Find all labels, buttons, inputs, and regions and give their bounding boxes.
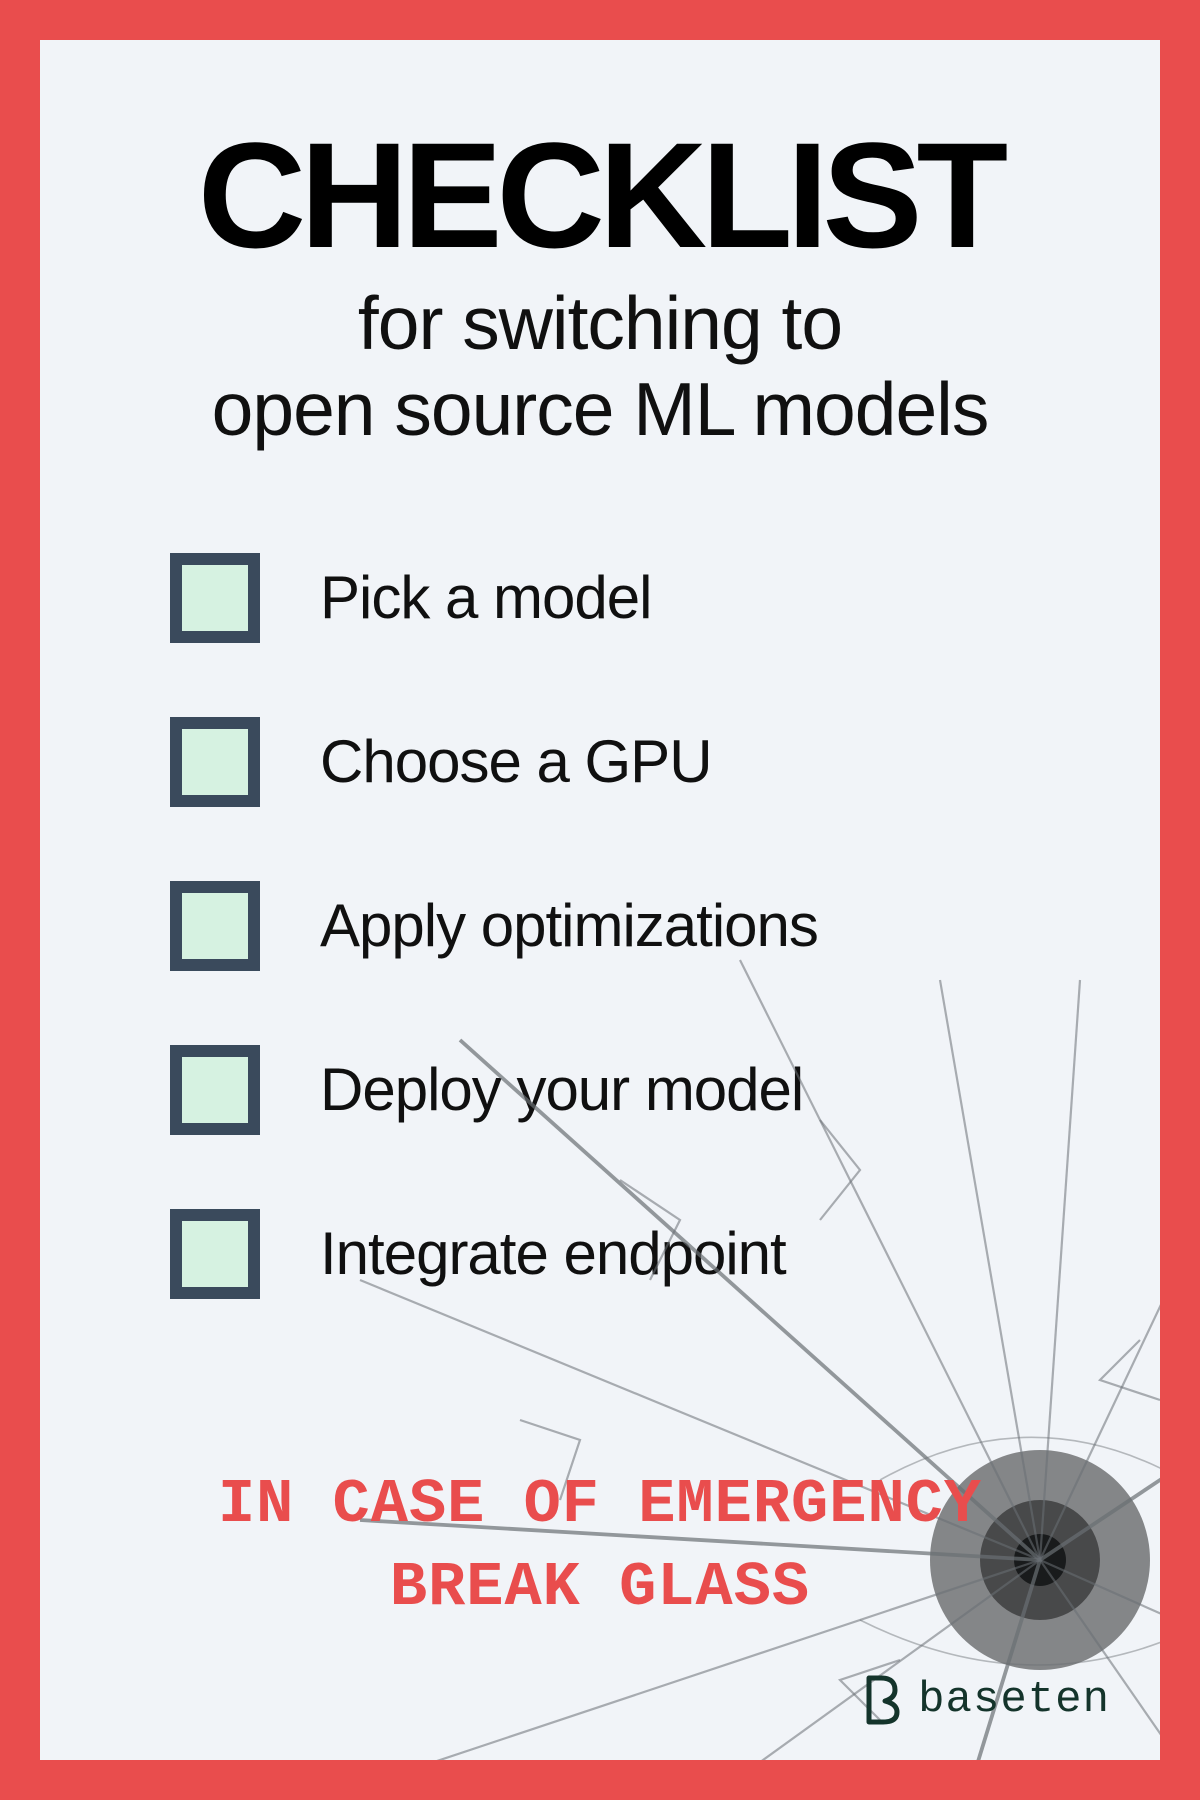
checklist-item: Choose a GPU (170, 717, 1090, 807)
title-subtitle: for switching to open source ML models (110, 280, 1090, 453)
checklist-item: Deploy your model (170, 1045, 1090, 1135)
checklist-label: Apply optimizations (320, 891, 818, 960)
emergency-line-1: IN CASE OF EMERGENCY (218, 1469, 982, 1540)
subtitle-line-1: for switching to (358, 281, 842, 365)
checklist-label: Pick a model (320, 563, 651, 632)
subtitle-line-2: open source ML models (212, 367, 989, 451)
emergency-caption: IN CASE OF EMERGENCY BREAK GLASS (40, 1463, 1160, 1630)
baseten-mark-icon (862, 1674, 904, 1726)
emergency-line-2: BREAK GLASS (390, 1552, 810, 1623)
checklist-panel: CHECKLIST for switching to open source M… (40, 40, 1160, 1760)
checklist-label: Integrate endpoint (320, 1219, 786, 1288)
title-main: CHECKLIST (110, 120, 1090, 270)
checklist-label: Choose a GPU (320, 727, 712, 796)
title-block: CHECKLIST for switching to open source M… (110, 120, 1090, 453)
checkbox-icon[interactable] (170, 553, 260, 643)
checklist-label: Deploy your model (320, 1055, 803, 1124)
checkbox-icon[interactable] (170, 1209, 260, 1299)
checklist-item: Integrate endpoint (170, 1209, 1090, 1299)
brand-name: baseten (918, 1675, 1110, 1725)
brand-logo: baseten (862, 1674, 1110, 1726)
checkbox-icon[interactable] (170, 1045, 260, 1135)
checkbox-icon[interactable] (170, 881, 260, 971)
checkbox-icon[interactable] (170, 717, 260, 807)
checklist-item: Pick a model (170, 553, 1090, 643)
checklist-item: Apply optimizations (170, 881, 1090, 971)
checklist: Pick a model Choose a GPU Apply optimiza… (110, 553, 1090, 1299)
